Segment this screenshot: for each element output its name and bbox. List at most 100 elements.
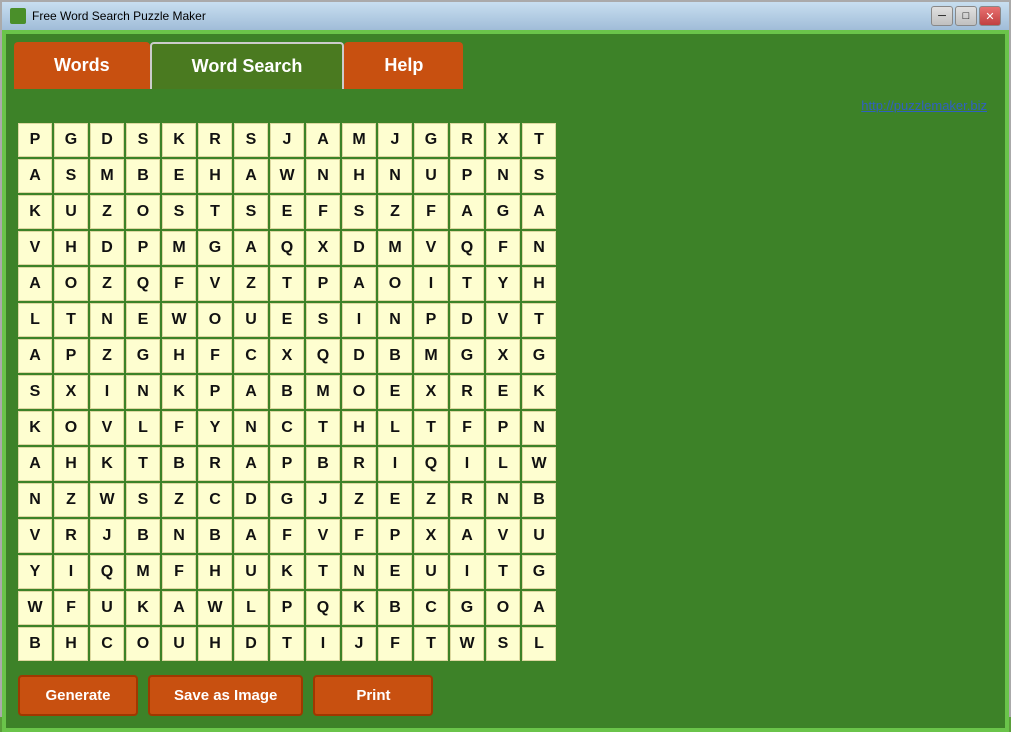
grid-cell: G (270, 483, 304, 517)
grid-cell: B (126, 519, 160, 553)
grid-cell: M (126, 555, 160, 589)
close-button[interactable]: ✕ (979, 6, 1001, 26)
grid-cell: U (54, 195, 88, 229)
grid-cell: L (18, 303, 52, 337)
grid-cell: P (126, 231, 160, 265)
tab-help[interactable]: Help (344, 42, 463, 89)
grid-cell: K (90, 447, 124, 481)
grid-cell: E (378, 555, 412, 589)
grid-cell: F (162, 267, 196, 301)
grid-cell: X (306, 231, 340, 265)
grid-cell: H (54, 627, 88, 661)
maximize-button[interactable]: □ (955, 6, 977, 26)
grid-cell: T (306, 411, 340, 445)
grid-cell: F (378, 627, 412, 661)
grid-cell: H (342, 411, 376, 445)
grid-cell: V (18, 231, 52, 265)
grid-cell: P (270, 447, 304, 481)
grid-cell: C (270, 411, 304, 445)
grid-cell: I (342, 303, 376, 337)
grid-cell: Z (90, 267, 124, 301)
grid-cell: T (522, 123, 556, 157)
grid-cell: U (414, 555, 448, 589)
grid-cell: E (270, 303, 304, 337)
grid-cell: T (198, 195, 232, 229)
tab-wordsearch[interactable]: Word Search (150, 42, 345, 89)
grid-cell: Z (414, 483, 448, 517)
grid-cell: D (234, 483, 268, 517)
link-area: http://puzzlemaker.biz (14, 97, 997, 115)
grid-cell: P (198, 375, 232, 409)
grid-cell: V (486, 519, 520, 553)
grid-cell: Q (270, 231, 304, 265)
grid-cell: A (18, 267, 52, 301)
window-controls: ─ □ ✕ (931, 6, 1001, 26)
grid-cell: O (54, 267, 88, 301)
grid-cell: L (234, 591, 268, 625)
grid-cell: H (198, 627, 232, 661)
grid-cell: P (54, 339, 88, 373)
grid-cell: E (162, 159, 196, 193)
grid-cell: K (126, 591, 160, 625)
grid-cell: A (450, 519, 484, 553)
grid-cell: I (450, 447, 484, 481)
grid-cell: Y (18, 555, 52, 589)
grid-cell: O (126, 195, 160, 229)
website-link[interactable]: http://puzzlemaker.biz (861, 98, 987, 113)
titlebar: Free Word Search Puzzle Maker ─ □ ✕ (2, 2, 1009, 30)
grid-cell: E (378, 375, 412, 409)
grid-cell: S (18, 375, 52, 409)
print-button[interactable]: Print (313, 675, 433, 716)
grid-cell: Q (306, 591, 340, 625)
grid-cell: G (450, 591, 484, 625)
grid-cell: D (234, 627, 268, 661)
window-title: Free Word Search Puzzle Maker (32, 9, 925, 23)
grid-cell: F (162, 411, 196, 445)
grid-cell: M (162, 231, 196, 265)
grid-cell: I (414, 267, 448, 301)
grid-cell: I (90, 375, 124, 409)
grid-cell: B (18, 627, 52, 661)
grid-cell: H (54, 447, 88, 481)
grid-cell: S (234, 123, 268, 157)
grid-cell: P (18, 123, 52, 157)
grid-cell: J (90, 519, 124, 553)
grid-cell: B (162, 447, 196, 481)
grid-cell: W (270, 159, 304, 193)
grid-cell: F (198, 339, 232, 373)
grid-cell: S (342, 195, 376, 229)
grid-cell: W (522, 447, 556, 481)
grid-cell: T (414, 411, 448, 445)
grid-cell: V (18, 519, 52, 553)
grid-cell: W (162, 303, 196, 337)
app-icon (10, 8, 26, 24)
grid-cell: L (126, 411, 160, 445)
minimize-button[interactable]: ─ (931, 6, 953, 26)
grid-cell: H (162, 339, 196, 373)
grid-cell: M (90, 159, 124, 193)
grid-cell: V (306, 519, 340, 553)
grid-cell: Z (90, 339, 124, 373)
grid-cell: U (414, 159, 448, 193)
save-image-button[interactable]: Save as Image (148, 675, 303, 716)
grid-cell: S (162, 195, 196, 229)
grid-cell: P (486, 411, 520, 445)
grid-cell: D (90, 231, 124, 265)
grid-cell: K (522, 375, 556, 409)
grid-cell: Q (450, 231, 484, 265)
tab-words[interactable]: Words (14, 42, 150, 89)
grid-cell: E (486, 375, 520, 409)
grid-cell: U (90, 591, 124, 625)
grid-cell: Z (234, 267, 268, 301)
grid-cell: S (486, 627, 520, 661)
generate-button[interactable]: Generate (18, 675, 138, 716)
grid-cell: T (522, 303, 556, 337)
grid-cell: A (234, 159, 268, 193)
grid-cell: F (414, 195, 448, 229)
grid-cell: E (378, 483, 412, 517)
grid-cell: K (18, 195, 52, 229)
grid-cell: S (234, 195, 268, 229)
grid-cell: F (306, 195, 340, 229)
grid-cell: C (234, 339, 268, 373)
grid-cell: N (486, 483, 520, 517)
